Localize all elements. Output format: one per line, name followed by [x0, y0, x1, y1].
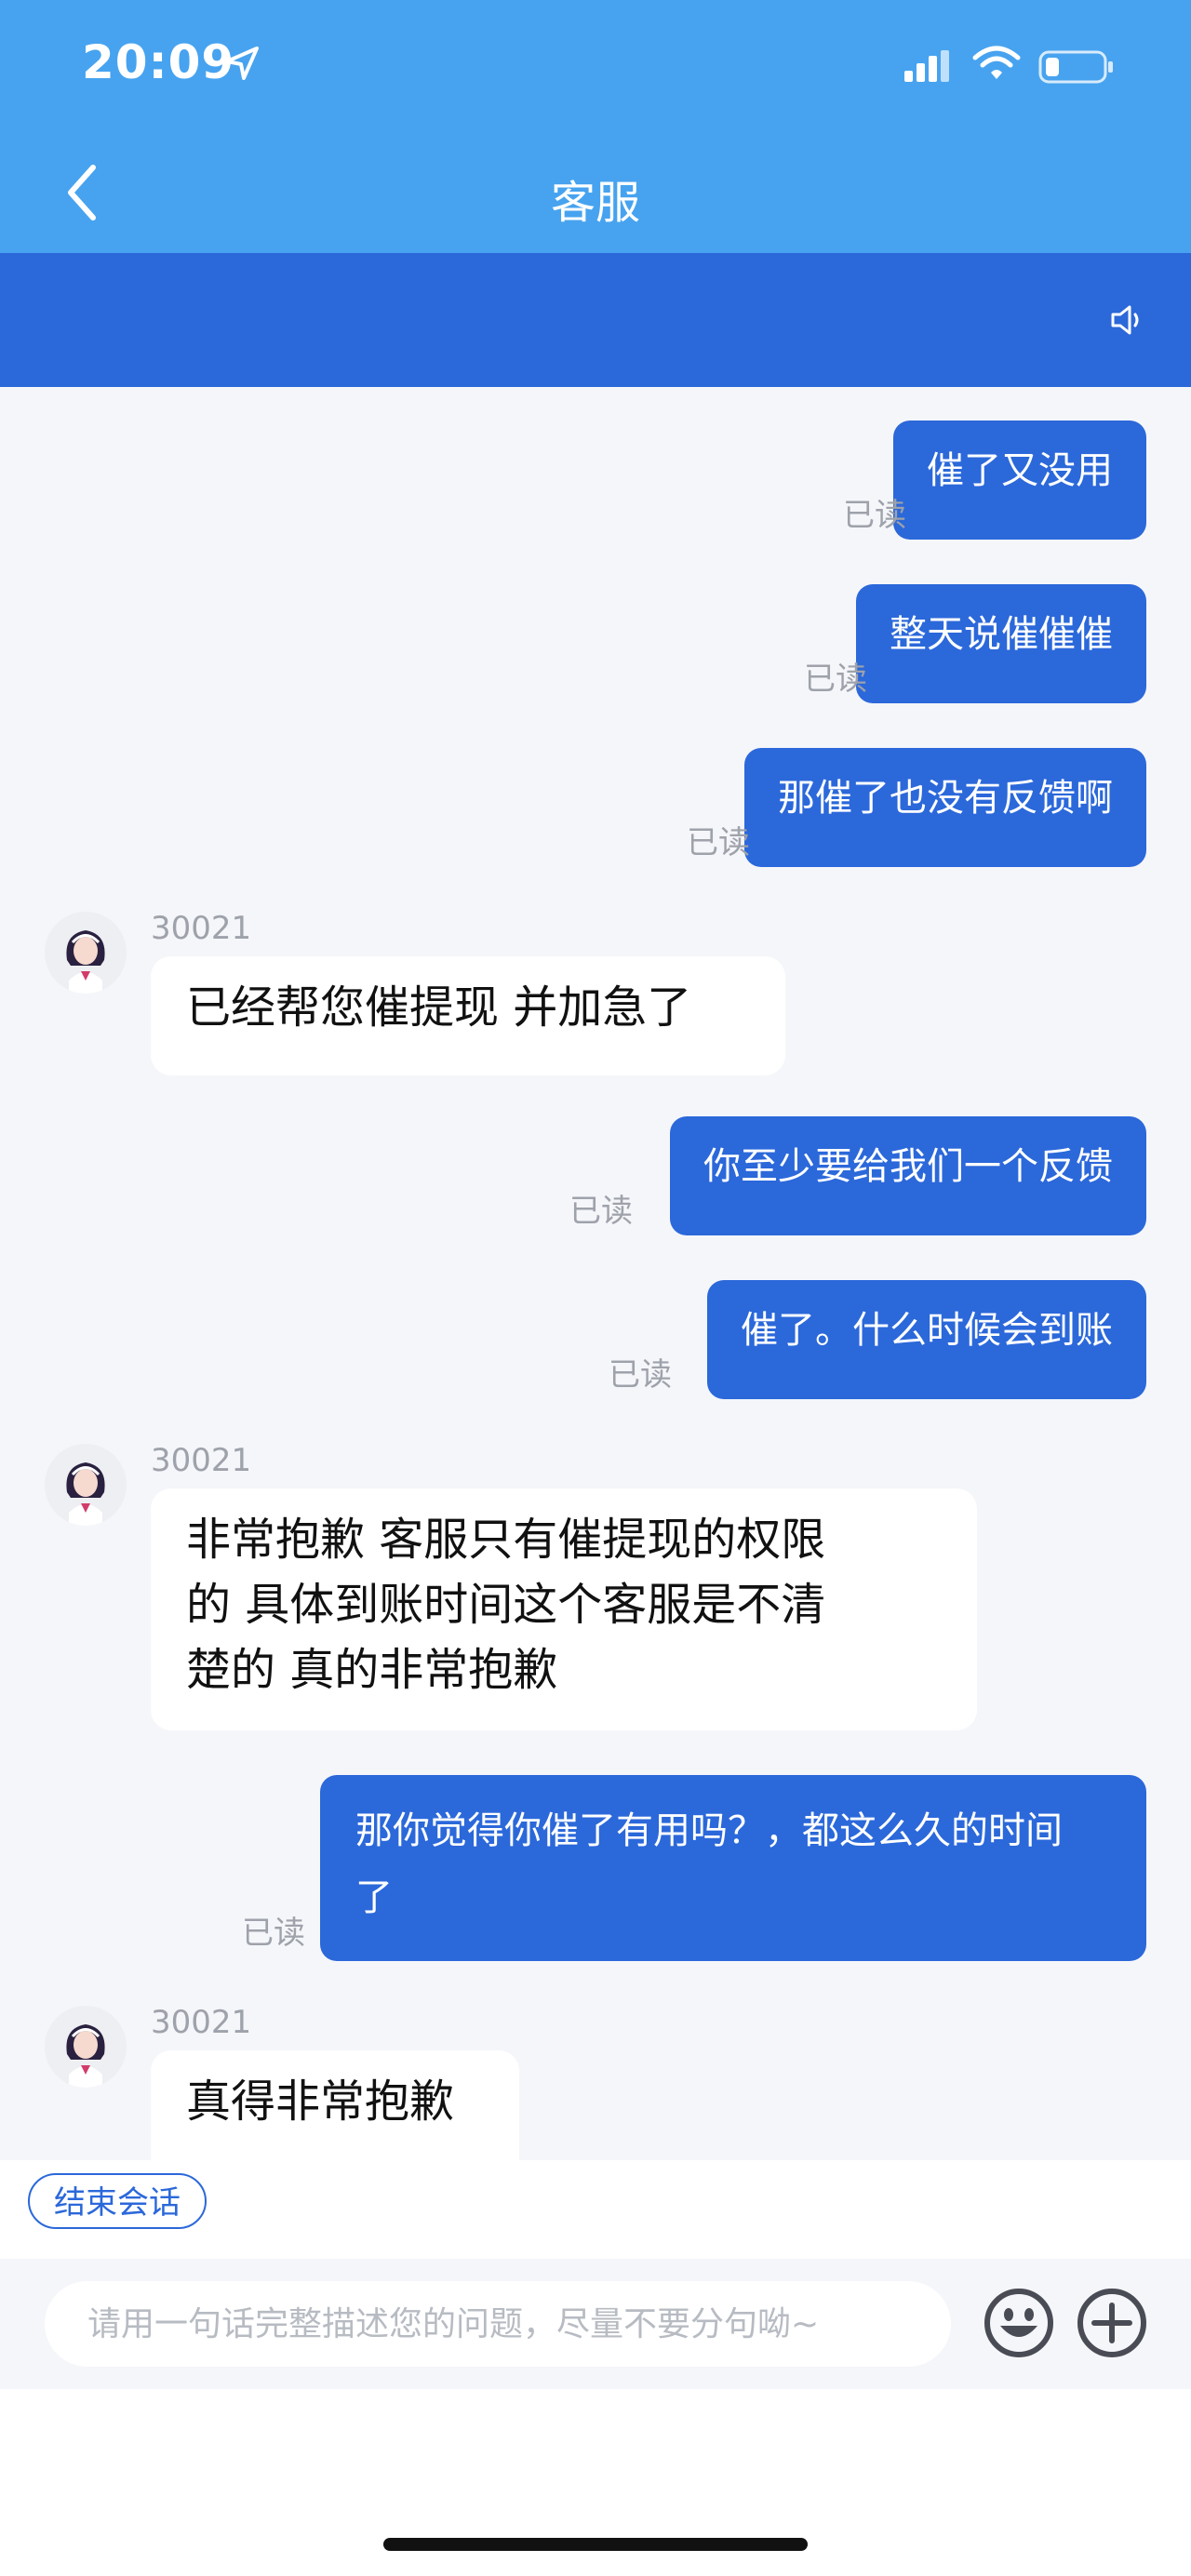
home-indicator[interactable]: [383, 2538, 808, 2551]
message-line: 了: [355, 1876, 393, 1919]
message-line: 已经帮您催提现 并加急了: [186, 981, 692, 1034]
speaker-icon[interactable]: [1109, 301, 1146, 339]
wifi-icon: [972, 46, 1021, 79]
outgoing-message[interactable]: 催了又没用: [893, 420, 1146, 540]
message-line: 楚的 真的非常抱歉: [186, 1644, 558, 1696]
status-time: 20:09: [82, 35, 235, 89]
outgoing-message[interactable]: 整天说催催催: [856, 584, 1146, 703]
outgoing-message[interactable]: 那你觉得你催了有用吗？，都这么久的时间 了: [320, 1775, 1146, 1961]
battery-icon: [1038, 50, 1113, 84]
read-status: 已读: [242, 1915, 305, 1952]
message-line: 那你觉得你催了有用吗？，都这么久的时间: [355, 1809, 1063, 1852]
page-title: 客服: [550, 177, 640, 229]
message-text: 那催了也没有反馈啊: [778, 777, 1113, 820]
notice-banner: [0, 253, 1191, 387]
outgoing-message[interactable]: 那催了也没有反馈啊: [744, 748, 1146, 867]
plus-circle-icon[interactable]: [1076, 2287, 1148, 2359]
agent-avatar-icon: [45, 2006, 127, 2088]
read-status: 已读: [843, 497, 906, 534]
avatar[interactable]: [45, 1444, 127, 1526]
avatar[interactable]: [45, 2006, 127, 2088]
incoming-message[interactable]: 非常抱歉 客服只有催提现的权限 的 具体到账时间这个客服是不清 楚的 真的非常抱…: [151, 1488, 977, 1730]
location-arrow-icon: [225, 47, 259, 80]
incoming-message[interactable]: 真得非常抱歉: [151, 2050, 519, 2160]
message-line: 的 具体到账时间这个客服是不清: [186, 1579, 826, 1631]
sender-id: 30021: [151, 2004, 252, 2041]
cellular-signal-icon: [904, 50, 949, 82]
message-text: 催了。什么时候会到账: [741, 1309, 1113, 1352]
read-status: 已读: [609, 1356, 672, 1394]
agent-avatar-icon: [45, 912, 127, 994]
incoming-message[interactable]: 已经帮您催提现 并加急了: [151, 956, 785, 1075]
agent-avatar-icon: [45, 1444, 127, 1526]
read-status: 已读: [804, 661, 867, 698]
outgoing-message[interactable]: 催了。什么时候会到账: [707, 1280, 1146, 1399]
sender-id: 30021: [151, 910, 252, 947]
read-status: 已读: [687, 824, 750, 861]
message-line: 非常抱歉 客服只有催提现的权限: [186, 1514, 826, 1566]
sender-id: 30021: [151, 1442, 252, 1479]
message-input[interactable]: [45, 2281, 951, 2367]
message-text: 整天说催催催: [890, 613, 1113, 656]
read-status: 已读: [569, 1193, 633, 1230]
end-session-button[interactable]: 结束会话: [28, 2173, 207, 2229]
avatar[interactable]: [45, 912, 127, 994]
message-text: 催了又没用: [927, 449, 1113, 492]
message-line: 真得非常抱歉: [186, 2075, 455, 2128]
emoji-smile-icon[interactable]: [983, 2287, 1055, 2359]
message-text: 你至少要给我们一个反馈: [703, 1145, 1113, 1188]
message-list[interactable]: 催了又没用 已读 整天说催催催 已读 那催了也没有反馈啊 已读 30021 已经…: [0, 387, 1191, 2160]
outgoing-message[interactable]: 你至少要给我们一个反馈: [670, 1116, 1146, 1235]
